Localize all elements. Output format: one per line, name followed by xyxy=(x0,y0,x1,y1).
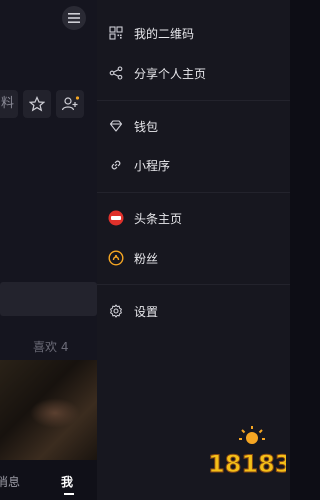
menu-divider xyxy=(97,100,290,101)
watermark-logo: 18183 xyxy=(206,424,292,484)
watermark-text: 18183 xyxy=(208,450,286,478)
qr-code-icon xyxy=(109,26,123,40)
share-icon xyxy=(109,66,123,80)
notification-dot xyxy=(75,96,79,100)
star-icon xyxy=(29,96,45,112)
profile-page-background: 料 喜欢 4 消息 我 xyxy=(0,0,97,500)
nav-me[interactable]: 我 xyxy=(61,473,73,490)
search-bar-background xyxy=(0,282,97,316)
menu-divider xyxy=(97,284,290,285)
menu-item-fans[interactable]: 粉丝 xyxy=(97,241,290,275)
hamburger-icon xyxy=(68,13,80,23)
add-friend-button[interactable] xyxy=(56,90,84,118)
menu-item-label: 我的二维码 xyxy=(134,26,195,41)
fans-icon xyxy=(108,250,124,266)
menu-item-label: 小程序 xyxy=(134,158,171,173)
nav-active-indicator xyxy=(64,493,74,495)
wallet-diamond-icon xyxy=(109,119,123,133)
menu-item-label: 头条主页 xyxy=(134,211,183,226)
menu-item-label: 分享个人主页 xyxy=(134,66,207,81)
likes-tab[interactable]: 喜欢 4 xyxy=(33,338,68,355)
thumbnail-highlight xyxy=(30,398,80,428)
favorites-button[interactable] xyxy=(23,90,51,118)
video-thumbnail[interactable] xyxy=(0,360,97,460)
menu-item-label: 粉丝 xyxy=(134,251,159,266)
edit-profile-label: 料 xyxy=(0,96,14,111)
menu-divider xyxy=(97,192,290,193)
menu-item-toutiao-homepage[interactable]: 头条主页 xyxy=(97,201,290,235)
settings-gear-icon xyxy=(109,304,123,318)
menu-item-label: 钱包 xyxy=(134,119,159,134)
edit-profile-button[interactable]: 料 xyxy=(0,90,18,118)
menu-item-qr-code[interactable]: 我的二维码 xyxy=(97,16,290,50)
menu-item-label: 设置 xyxy=(134,304,159,319)
menu-item-wallet[interactable]: 钱包 xyxy=(97,109,290,143)
menu-item-mini-program[interactable]: 小程序 xyxy=(97,148,290,182)
toutiao-icon xyxy=(108,210,124,226)
menu-item-settings[interactable]: 设置 xyxy=(97,294,290,328)
bottom-navigation: 消息 我 xyxy=(0,460,97,500)
menu-item-share-profile[interactable]: 分享个人主页 xyxy=(97,56,290,90)
mini-program-link-icon xyxy=(109,158,123,172)
menu-toggle-button[interactable] xyxy=(62,6,86,30)
add-user-icon xyxy=(61,96,79,111)
nav-messages[interactable]: 消息 xyxy=(0,473,20,490)
